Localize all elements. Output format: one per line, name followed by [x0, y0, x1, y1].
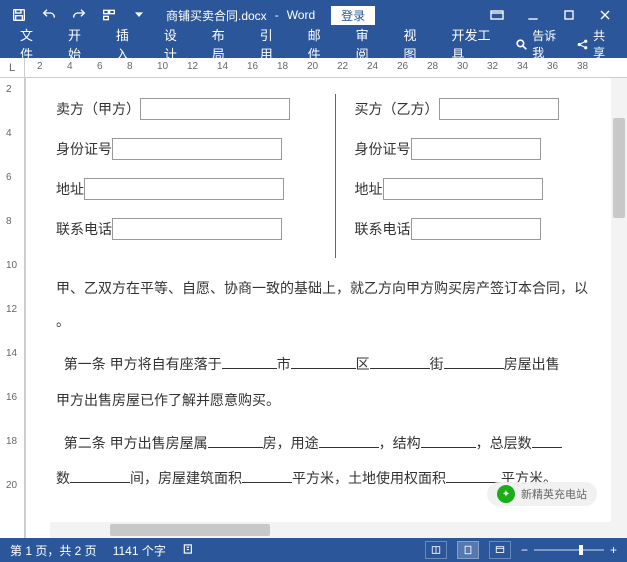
- seller-field[interactable]: [140, 98, 290, 120]
- print-layout-button[interactable]: [457, 541, 479, 559]
- seller-label: 卖方（甲方）: [56, 99, 140, 119]
- buyer-id-label: 身份证号: [355, 139, 411, 159]
- seller-id-label: 身份证号: [56, 139, 112, 159]
- scroll-thumb-h[interactable]: [110, 524, 270, 536]
- buyer-label: 买方（乙方）: [355, 99, 439, 119]
- seller-id-field[interactable]: [112, 138, 282, 160]
- document-page[interactable]: 卖方（甲方） 身份证号 地址 联系电话 买方（乙方） 身份证号 地址 联系电话 …: [25, 78, 627, 538]
- page-status[interactable]: 第 1 页，共 2 页: [10, 542, 97, 559]
- word-count[interactable]: 1141 个字: [113, 542, 166, 559]
- vertical-ruler[interactable]: 2468101214161820: [0, 78, 25, 538]
- seller-phone-field[interactable]: [112, 218, 282, 240]
- scroll-thumb[interactable]: [613, 118, 625, 218]
- zoom-slider[interactable]: [534, 549, 604, 551]
- read-mode-button[interactable]: [425, 541, 447, 559]
- buyer-addr-label: 地址: [355, 179, 383, 199]
- app-window: 商铺买卖合同.docx - Word 登录 文件 开始 插入 设计 布局 引用 …: [0, 0, 627, 562]
- buyer-field[interactable]: [439, 98, 559, 120]
- web-layout-button[interactable]: [489, 541, 511, 559]
- buyer-id-field[interactable]: [411, 138, 541, 160]
- minimize-button[interactable]: [515, 1, 551, 29]
- paragraph-intro: 甲、乙双方在平等、自愿、协商一致的基础上，就乙方向甲方购买房产签订本合同，以: [56, 276, 613, 301]
- horizontal-scrollbar[interactable]: [50, 522, 611, 538]
- seller-addr-field[interactable]: [84, 178, 284, 200]
- wechat-icon: ✦: [497, 485, 515, 503]
- ruler-corner: L: [0, 58, 25, 78]
- column-divider: [335, 94, 336, 258]
- ribbon-tabs: 文件 开始 插入 设计 布局 引用 邮件 审阅 视图 开发工具 告诉我 共享: [0, 30, 627, 58]
- spellcheck-icon[interactable]: [182, 542, 196, 559]
- zoom-in-icon[interactable]: +: [610, 543, 617, 557]
- buyer-phone-field[interactable]: [411, 218, 541, 240]
- share-button[interactable]: 共享: [576, 27, 617, 61]
- statusbar: 第 1 页，共 2 页 1141 个字 − +: [0, 538, 627, 562]
- buyer-addr-field[interactable]: [383, 178, 543, 200]
- watermark: ✦ 新精英充电站: [487, 482, 597, 506]
- document-area: L 2468101214161820222426283032343638 246…: [0, 58, 627, 538]
- zoom-out-icon[interactable]: −: [521, 543, 528, 557]
- article-1: 第一条 甲方将自有座落于市区街房屋出售: [56, 352, 613, 377]
- close-button[interactable]: [587, 1, 623, 29]
- zoom-control[interactable]: − +: [521, 543, 617, 557]
- seller-phone-label: 联系电话: [56, 219, 112, 239]
- tell-me[interactable]: 告诉我: [515, 27, 568, 61]
- horizontal-ruler[interactable]: L 2468101214161820222426283032343638: [0, 58, 627, 78]
- buyer-phone-label: 联系电话: [355, 219, 411, 239]
- article-2: 第二条 甲方出售房屋属房，用途，结构，总层数: [56, 431, 613, 456]
- seller-addr-label: 地址: [56, 179, 84, 199]
- vertical-scrollbar[interactable]: [611, 78, 627, 538]
- maximize-button[interactable]: [551, 1, 587, 29]
